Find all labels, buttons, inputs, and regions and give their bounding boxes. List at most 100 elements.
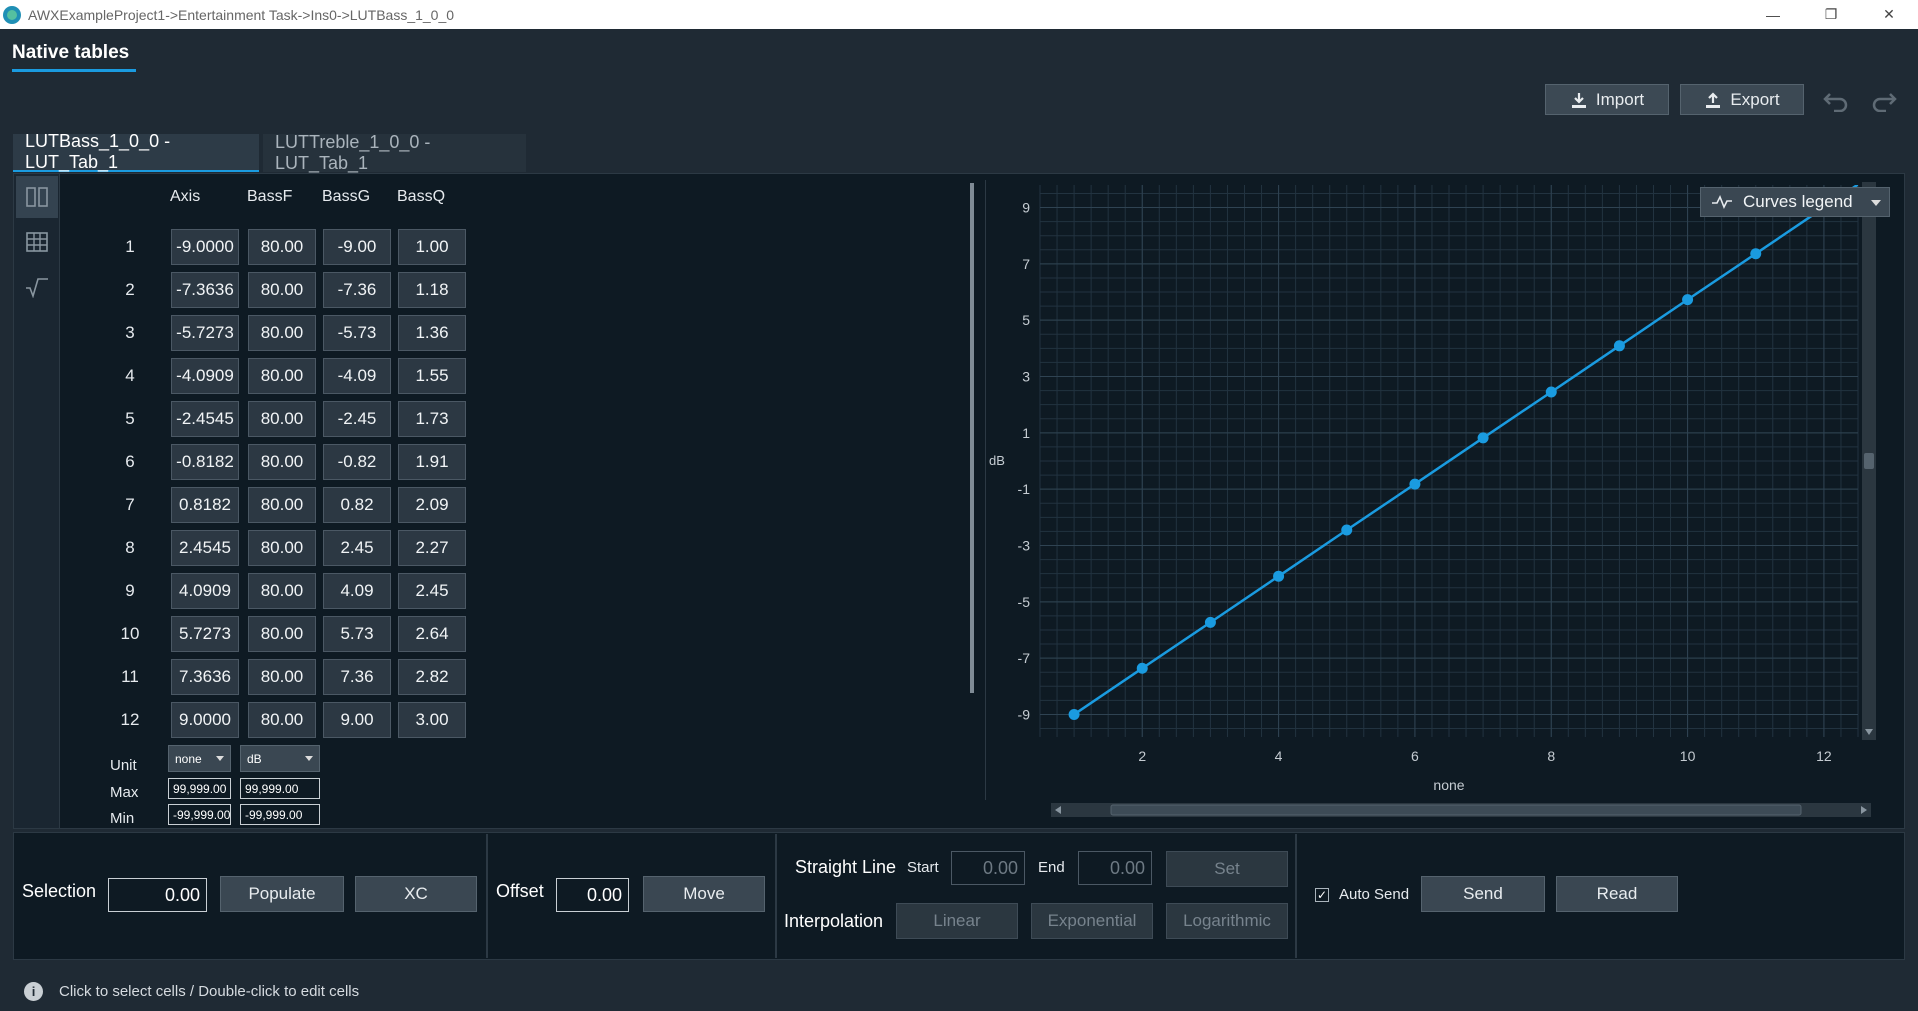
tab-lutbass[interactable]: LUTBass_1_0_0 - LUT_Tab_1 [13,131,259,172]
auto-send-checkbox[interactable]: ✓ [1315,888,1329,902]
table-cell-bassg[interactable]: -0.82 [323,444,391,480]
table-cell-bassg[interactable]: 5.73 [323,616,391,652]
selection-input[interactable]: 0.00 [108,878,207,912]
max-value-input[interactable]: 99,999.00 [240,778,320,799]
table-cell-bassq[interactable]: 2.45 [398,573,466,609]
export-button[interactable]: Export [1680,84,1804,115]
unit-value-select[interactable]: dB [240,745,320,772]
data-point[interactable] [1409,478,1421,490]
set-button[interactable]: Set [1166,851,1288,887]
table-cell-bassq[interactable]: 2.64 [398,616,466,652]
table-cell-bassq[interactable]: 1.00 [398,229,466,265]
table-scrollbar[interactable] [970,183,974,693]
table-cell-bassg[interactable]: 0.82 [323,487,391,523]
table-view-icon[interactable] [16,221,58,263]
close-button[interactable]: ✕ [1860,0,1918,29]
table-cell-bassg[interactable]: 9.00 [323,702,391,738]
start-input[interactable]: 0.00 [951,851,1025,885]
table-cell-bassf[interactable]: 80.00 [248,315,316,351]
table-cell-axis[interactable]: 7.3636 [171,659,239,695]
table-cell-axis[interactable]: -9.0000 [171,229,239,265]
table-cell-bassf[interactable]: 80.00 [248,444,316,480]
xc-button[interactable]: XC [355,876,477,912]
min-value-input[interactable]: -99,999.00 [240,804,320,825]
end-input[interactable]: 0.00 [1078,851,1152,885]
table-cell-bassg[interactable]: -7.36 [323,272,391,308]
table-cell-bassg[interactable]: -4.09 [323,358,391,394]
table-cell-bassq[interactable]: 2.09 [398,487,466,523]
data-point[interactable] [1273,570,1285,582]
table-cell-bassq[interactable]: 3.00 [398,702,466,738]
y-tick-label: -5 [1018,594,1031,610]
table-cell-bassf[interactable]: 80.00 [248,272,316,308]
table-cell-axis[interactable]: 4.0909 [171,573,239,609]
table-cell-bassf[interactable]: 80.00 [248,229,316,265]
data-point[interactable] [1477,432,1489,444]
table-cell-bassf[interactable]: 80.00 [248,573,316,609]
row-number: 5 [125,409,135,428]
logarithmic-button[interactable]: Logarithmic [1166,903,1288,939]
table-cell-bassf[interactable]: 80.00 [248,702,316,738]
data-point[interactable] [1068,708,1080,720]
table-cell-bassq[interactable]: 2.27 [398,530,466,566]
table-cell-bassg[interactable]: -5.73 [323,315,391,351]
move-button[interactable]: Move [643,876,765,912]
chart-hscroll-thumb[interactable] [1110,804,1802,816]
unit-axis-select[interactable]: none [168,745,231,772]
table-cell-bassq[interactable]: 1.55 [398,358,466,394]
graph-view-icon[interactable] [16,266,58,308]
minimize-button[interactable]: — [1744,0,1802,29]
restore-button[interactable]: ❐ [1802,0,1860,29]
table-cell-axis[interactable]: -4.0909 [171,358,239,394]
import-button[interactable]: Import [1545,84,1669,115]
table-cell-bassq[interactable]: 1.18 [398,272,466,308]
window-title: AWXExampleProject1->Entertainment Task->… [28,6,455,23]
table-cell-axis[interactable]: -7.3636 [171,272,239,308]
table-cell-bassq[interactable]: 1.36 [398,315,466,351]
data-point[interactable] [1682,294,1694,306]
send-button[interactable]: Send [1421,876,1545,912]
table-cell-bassg[interactable]: -9.00 [323,229,391,265]
linear-button[interactable]: Linear [896,903,1018,939]
table-cell-bassq[interactable]: 2.82 [398,659,466,695]
chart-vscroll-thumb[interactable] [1864,453,1874,469]
curves-legend-dropdown[interactable]: Curves legend [1700,187,1890,217]
table-cell-bassg[interactable]: 2.45 [323,530,391,566]
table-cell-axis[interactable]: 2.4545 [171,530,239,566]
undo-icon[interactable] [1822,88,1850,112]
table-cell-bassg[interactable]: 7.36 [323,659,391,695]
table-cell-axis[interactable]: 0.8182 [171,487,239,523]
table-cell-bassg[interactable]: -2.45 [323,401,391,437]
table-cell-bassq[interactable]: 1.73 [398,401,466,437]
table-cell-bassf[interactable]: 80.00 [248,616,316,652]
table-cell-axis[interactable]: 5.7273 [171,616,239,652]
tab-luttreble[interactable]: LUTTreble_1_0_0 - LUT_Tab_1 [263,132,526,173]
data-point[interactable] [1750,248,1762,260]
data-point[interactable] [1341,524,1353,536]
data-point[interactable] [1613,340,1625,352]
min-axis-input[interactable]: -99,999.00 [168,804,231,825]
split-view-icon[interactable] [16,176,58,218]
table-cell-axis[interactable]: -2.4545 [171,401,239,437]
offset-input[interactable]: 0.00 [556,878,629,912]
max-axis-input[interactable]: 99,999.00 [168,778,231,799]
table-cell-bassf[interactable]: 80.00 [248,401,316,437]
exponential-button[interactable]: Exponential [1031,903,1153,939]
table-cell-bassf[interactable]: 80.00 [248,358,316,394]
read-button[interactable]: Read [1556,876,1678,912]
data-point[interactable] [1545,386,1557,398]
table-cell-axis[interactable]: -5.7273 [171,315,239,351]
lut-chart[interactable]: 2 4 6 8 10 12 -9 -7 -5 -3 -1 1 3 5 7 9 dB none [985,180,1905,820]
redo-icon[interactable] [1870,88,1898,112]
table-cell-axis[interactable]: 9.0000 [171,702,239,738]
data-point[interactable] [1136,662,1148,674]
table-cell-bassq[interactable]: 1.91 [398,444,466,480]
table-cell-axis[interactable]: -0.8182 [171,444,239,480]
table-cell-bassf[interactable]: 80.00 [248,487,316,523]
row-number: 1 [125,237,135,256]
table-cell-bassf[interactable]: 80.00 [248,530,316,566]
table-cell-bassf[interactable]: 80.00 [248,659,316,695]
table-cell-bassg[interactable]: 4.09 [323,573,391,609]
populate-button[interactable]: Populate [220,876,344,912]
data-point[interactable] [1204,616,1216,628]
